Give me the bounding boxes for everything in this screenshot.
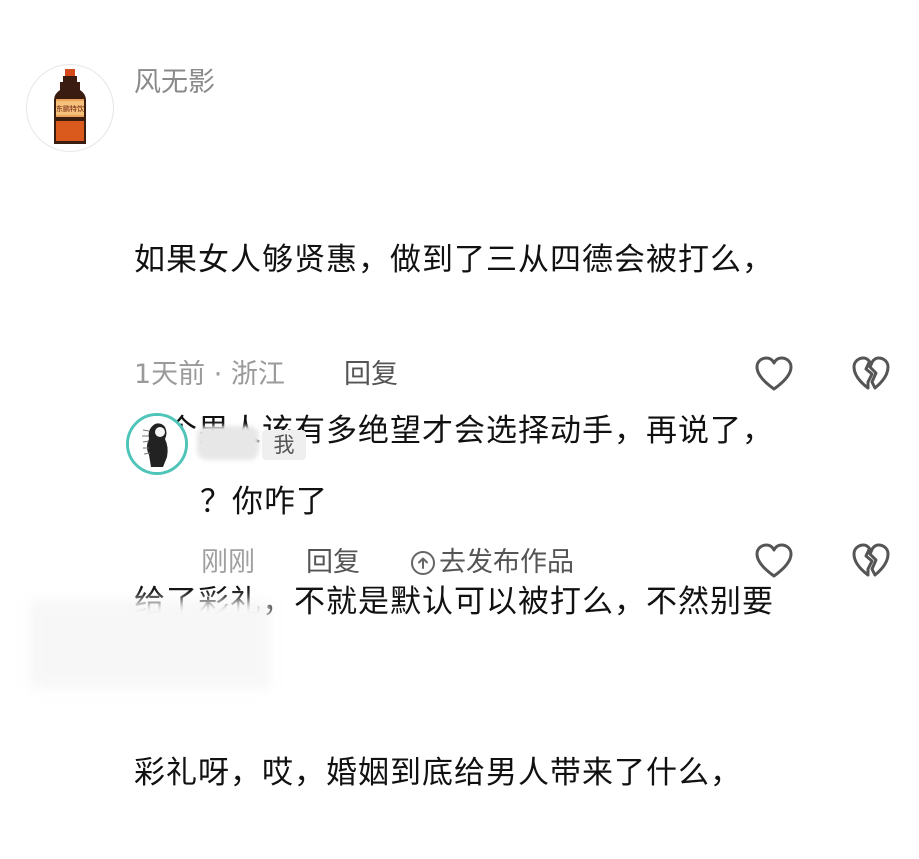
reply-time: 刚刚 [201, 547, 255, 578]
me-badge: 我 [262, 430, 306, 460]
broken-heart-icon [852, 543, 890, 577]
go-publish-button[interactable]: 去发布作品 [411, 545, 574, 581]
heart-icon [755, 356, 793, 391]
commenter-username[interactable]: 风无影 [134, 66, 215, 100]
reply-like-button[interactable] [754, 542, 794, 580]
reply-button[interactable]: 回复 [344, 357, 398, 393]
bottle-label: 东鹏特饮 [56, 104, 84, 113]
go-publish-label: 去发布作品 [439, 547, 574, 578]
heart-icon [755, 543, 793, 578]
reply-body: ？你咋了 [200, 484, 328, 520]
reply-to-reply-button[interactable]: 回复 [306, 545, 360, 581]
comment-time-location: 1天前 · 浙江 [134, 359, 285, 390]
reply-dislike-button[interactable] [851, 542, 891, 580]
like-button[interactable] [754, 355, 794, 393]
comment-line: 彩礼呀，哎，婚姻到底给男人带来了什么， [134, 755, 742, 791]
anime-figure-icon [129, 416, 185, 472]
commenter-avatar[interactable]: 东鹏特饮 [26, 64, 114, 152]
replier-username-blurred [197, 426, 259, 460]
replier-avatar[interactable] [126, 413, 188, 475]
comment-line: 如果女人够贤惠，做到了三从四德会被打么， [134, 242, 774, 278]
broken-heart-icon [852, 356, 890, 390]
dislike-button[interactable] [851, 355, 891, 393]
drink-bottle-icon: 东鹏特饮 [54, 69, 86, 144]
arrow-up-circle-icon [411, 551, 435, 575]
blurred-next-comment [30, 600, 270, 689]
